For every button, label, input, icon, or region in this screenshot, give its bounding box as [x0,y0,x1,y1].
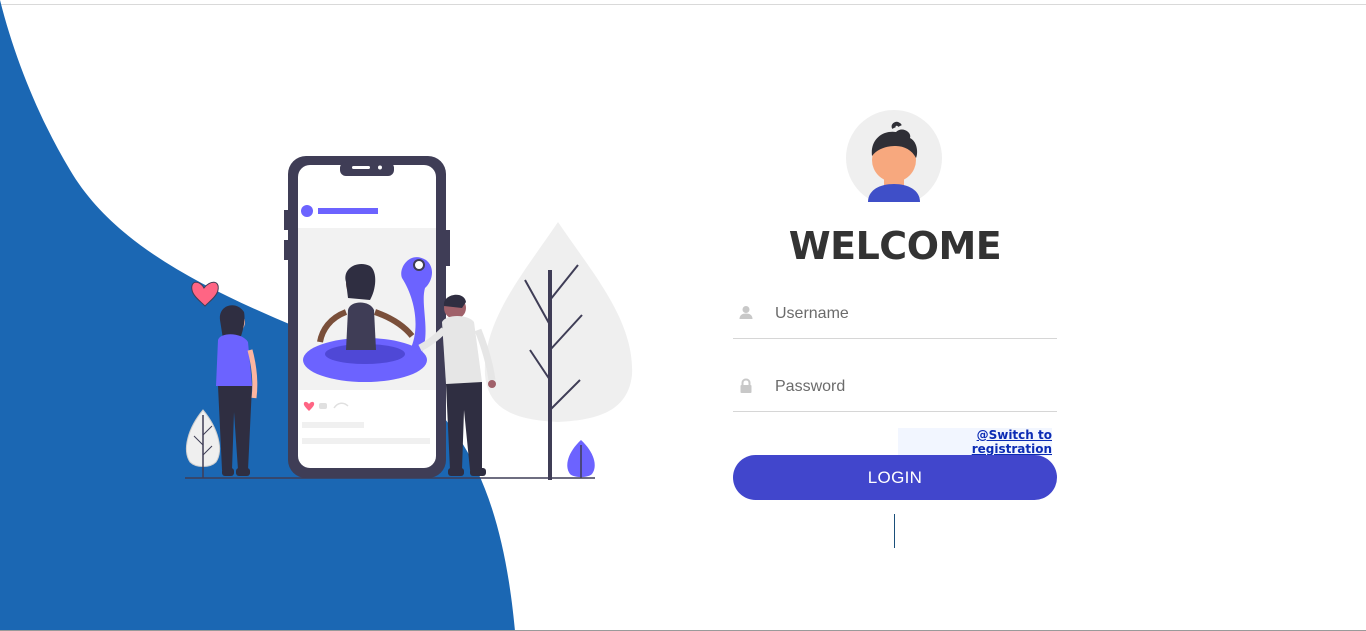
password-field [733,369,1057,412]
heart-icon [191,281,219,307]
social-media-illustration [185,156,633,480]
phone-icon [284,156,450,478]
user-avatar-icon [846,110,942,202]
tree-large-icon [484,222,633,480]
woman-figure-icon [216,305,258,476]
lock-icon [738,378,754,394]
plant-right-icon [567,440,595,478]
welcome-title: WELCOME [788,224,1002,268]
username-field [733,296,1057,339]
login-page: WELCOME @Switch to registration LOGIN [0,0,1366,631]
switch-to-registration-link[interactable]: @Switch to registration [898,428,1052,456]
password-input[interactable] [775,375,1045,399]
user-icon [738,305,754,321]
login-button[interactable]: LOGIN [733,455,1057,500]
plant-left-icon [186,409,220,478]
username-input[interactable] [775,302,1045,326]
loading-indicator-line [894,514,895,548]
